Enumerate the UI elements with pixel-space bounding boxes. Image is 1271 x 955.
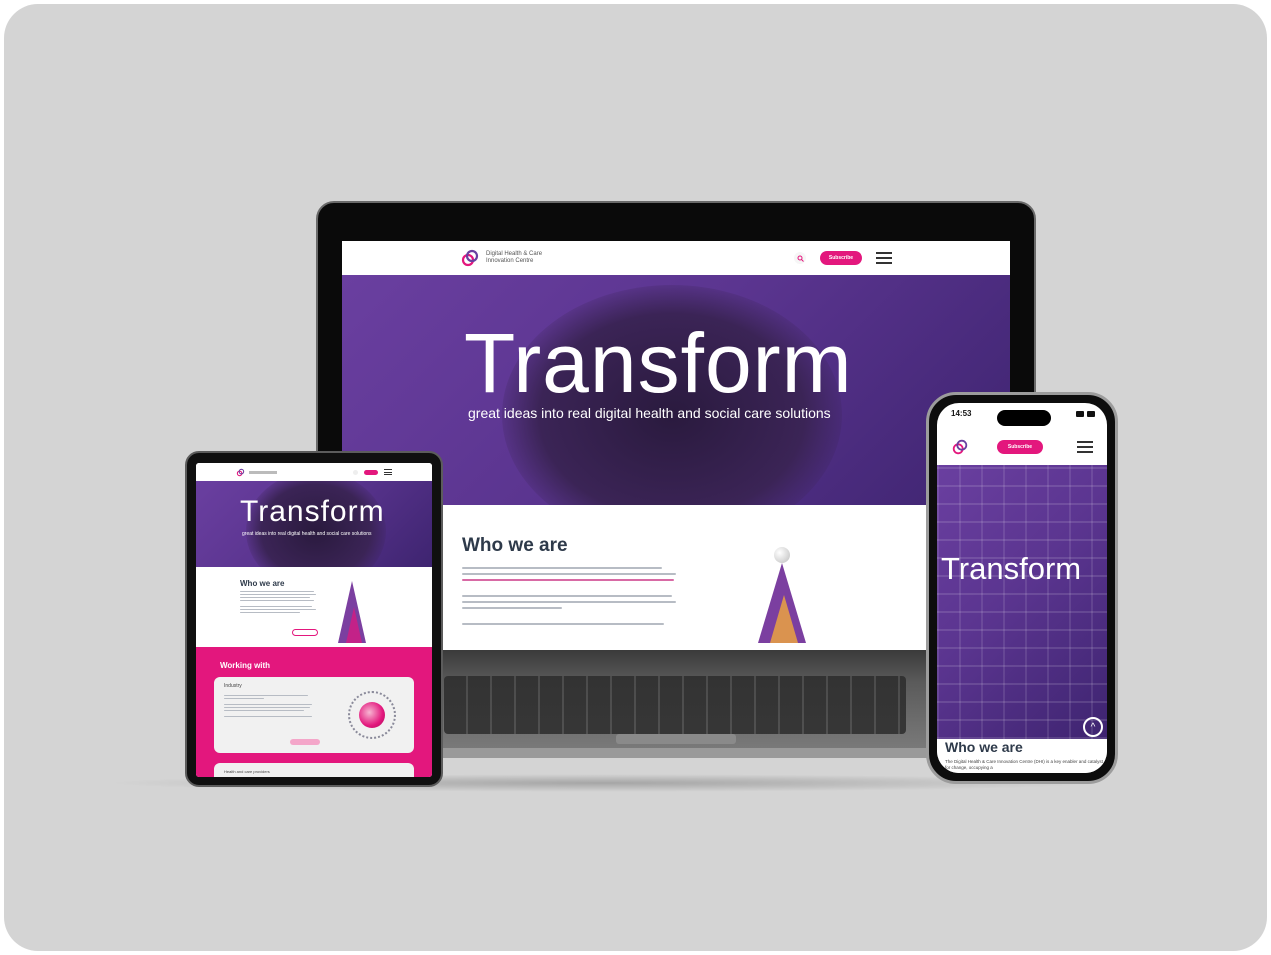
trackpad (616, 734, 736, 744)
sphere-graphic (774, 547, 790, 563)
tablet-logo-icon[interactable] (236, 468, 245, 477)
menu-icon[interactable] (876, 252, 892, 264)
tablet-who-title: Who we are (240, 579, 285, 588)
industry-card-title: Industry (224, 683, 242, 689)
keyboard (444, 676, 906, 734)
working-title: Working with (220, 661, 271, 670)
building-photo (937, 465, 1107, 739)
phone-menu-icon[interactable] (1077, 441, 1093, 453)
industry-card-button[interactable] (290, 739, 320, 745)
health-providers-card-title: Health and care providers (224, 769, 270, 774)
who-title: Who we are (462, 535, 568, 556)
tablet-logo-text (249, 470, 277, 474)
phone: 14:53 Subscribe Transform ^ Who we are T… (926, 392, 1118, 784)
hero-subtitle: great ideas into real digital health and… (468, 405, 831, 421)
phone-logo-icon[interactable] (951, 438, 969, 456)
tablet-who-text (240, 591, 316, 615)
phone-hero-title: Transform (941, 551, 1082, 586)
subscribe-button[interactable]: Subscribe (820, 251, 862, 265)
tablet: Transform great ideas into real digital … (185, 451, 443, 787)
tablet-cone-highlight (346, 607, 362, 643)
tablet-menu-icon[interactable] (384, 469, 392, 475)
cone-highlight (770, 595, 798, 643)
scroll-up-icon[interactable]: ^ (1083, 717, 1103, 737)
tablet-hero-title: Transform (240, 495, 385, 528)
battery-icon (1087, 411, 1095, 417)
logo-text: Digital Health & Care Innovation Centre (486, 251, 542, 264)
tablet-search-icon[interactable] (353, 469, 358, 475)
industry-card[interactable]: Industry (214, 677, 414, 753)
tablet-header (196, 463, 432, 481)
dynamic-island (997, 410, 1051, 426)
search-icon[interactable] (794, 252, 806, 264)
health-providers-card[interactable]: Health and care providers (214, 763, 414, 777)
pink-orb (359, 702, 385, 728)
phone-screen: 14:53 Subscribe Transform ^ Who we are T… (937, 403, 1107, 773)
tablet-screen: Transform great ideas into real digital … (196, 463, 432, 777)
status-icons (1076, 411, 1095, 417)
hero-title: Transform (464, 316, 853, 410)
phone-subscribe-button[interactable]: Subscribe (997, 440, 1043, 454)
tablet-subscribe-button[interactable] (364, 469, 378, 475)
mockup-panel: Digital Health & Care Innovation Centre … (4, 4, 1267, 951)
logo-line-1: Digital Health & Care (486, 251, 543, 258)
industry-card-text (224, 695, 314, 719)
site-header: Digital Health & Care Innovation Centre … (342, 241, 1010, 275)
tablet-read-more-button[interactable] (292, 629, 318, 636)
dotted-ring-graphic (348, 691, 396, 739)
status-time: 14:53 (951, 409, 972, 418)
phone-who-title: Who we are (945, 739, 1023, 755)
tablet-hero: Transform great ideas into real digital … (196, 481, 432, 567)
working-section: Working with Industry Health and care pr… (196, 647, 432, 777)
tablet-hero-subtitle: great ideas into real digital health and… (242, 531, 372, 537)
tablet-who-section: Who we are (196, 567, 432, 647)
who-text (462, 567, 678, 629)
signal-icon (1076, 411, 1084, 417)
phone-header: Subscribe (937, 429, 1107, 465)
logo-icon[interactable] (460, 248, 480, 268)
phone-who-text: The Digital Health & Care Innovation Cen… (945, 759, 1103, 770)
logo-line-2: Innovation Centre (486, 258, 534, 264)
phone-who-section: Who we are The Digital Health & Care Inn… (937, 739, 1107, 773)
phone-hero: Transform ^ (937, 465, 1107, 739)
